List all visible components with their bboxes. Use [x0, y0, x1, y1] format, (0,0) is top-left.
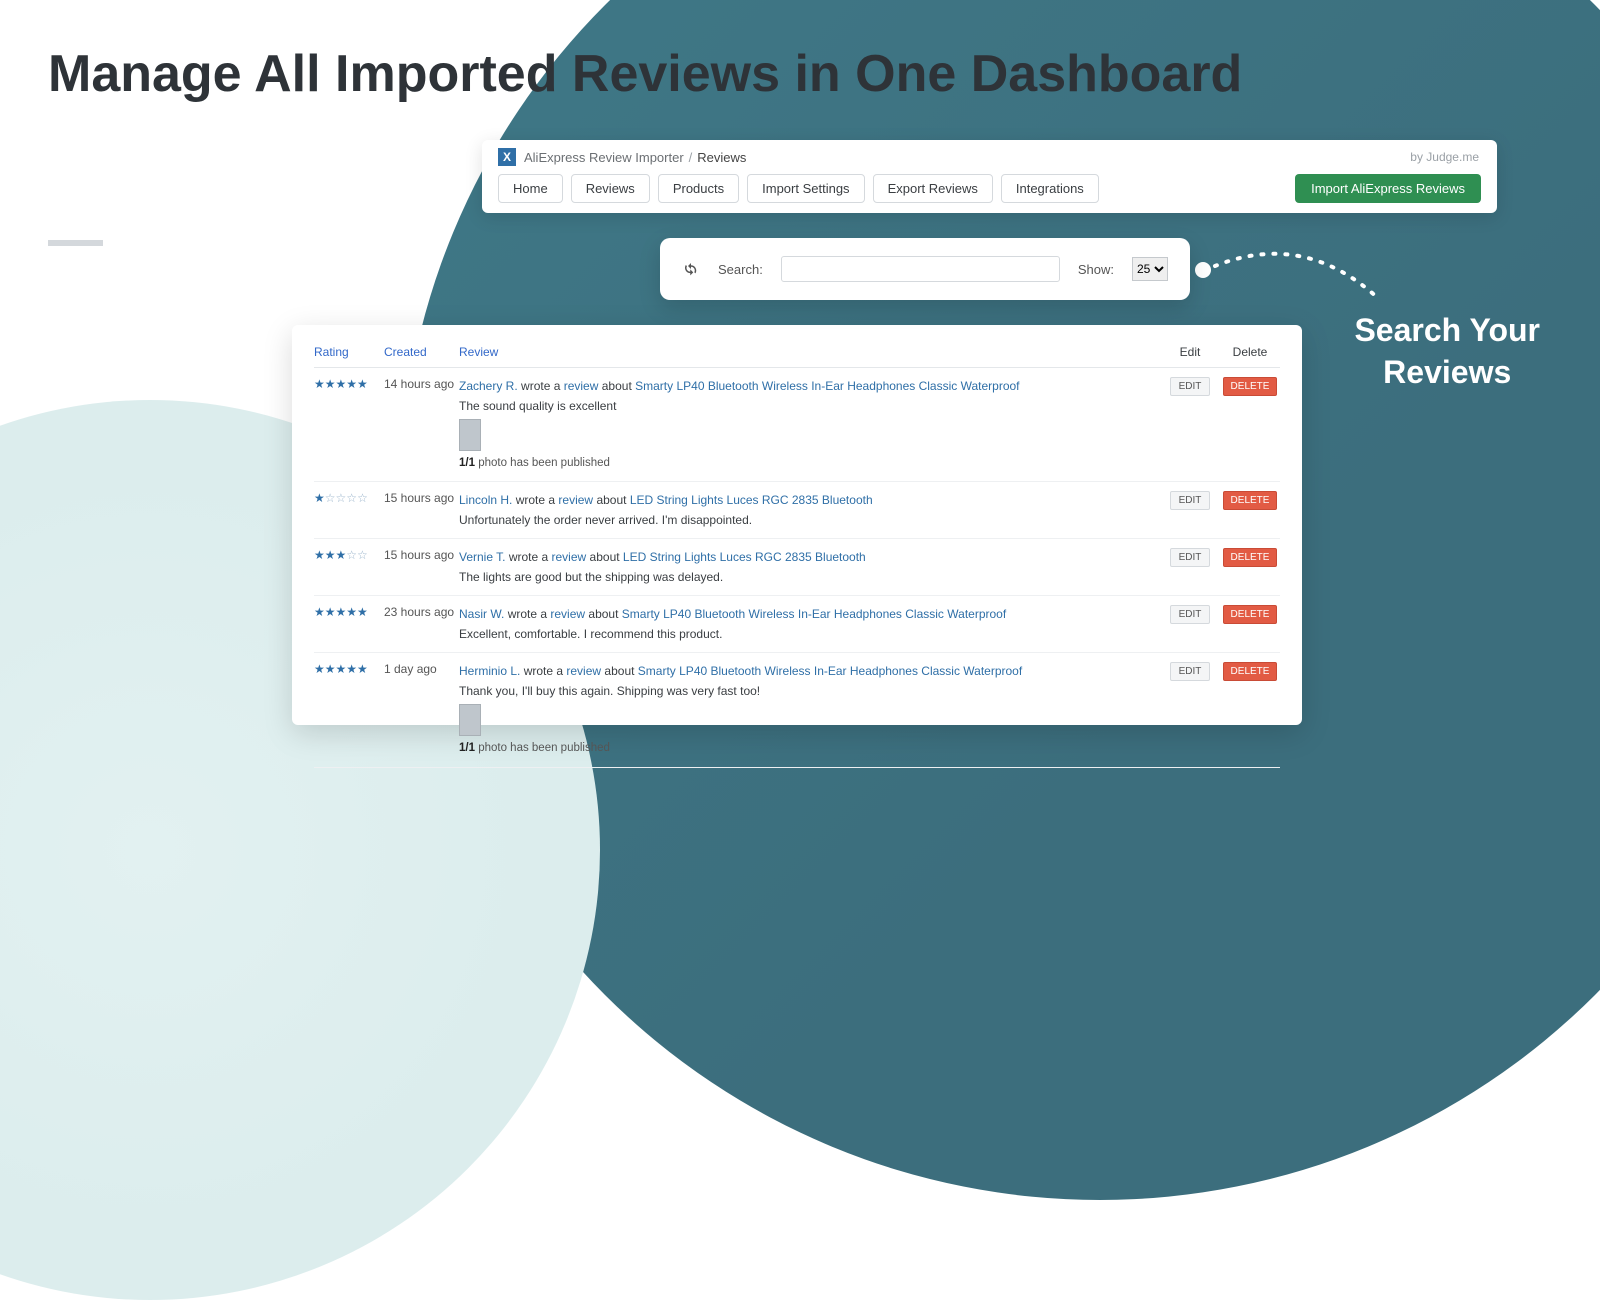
show-select[interactable]: 25 [1132, 257, 1168, 281]
show-label: Show: [1078, 262, 1114, 277]
review-text: Excellent, comfortable. I recommend this… [459, 625, 1160, 643]
header-created[interactable]: Created [384, 345, 459, 359]
rating-stars: ★★★★★ [314, 662, 384, 676]
review-link[interactable]: review [552, 550, 587, 564]
review-author-link[interactable]: Lincoln H. [459, 493, 512, 507]
review-photo-thumb[interactable] [459, 704, 481, 736]
photo-count: 1/1 photo has been published [459, 740, 1160, 757]
breadcrumb-app: AliExpress Review Importer [524, 150, 684, 165]
edit-button[interactable]: EDIT [1170, 605, 1211, 624]
created-time: 14 hours ago [384, 377, 459, 391]
page-headline: Manage All Imported Reviews in One Dashb… [48, 47, 1242, 103]
product-link[interactable]: Smarty LP40 Bluetooth Wireless In-Ear He… [622, 607, 1006, 621]
table-row: ★★★☆☆15 hours agoVernie T. wrote a revie… [314, 539, 1280, 596]
dotted-arrow [1195, 240, 1395, 310]
nav-export-reviews[interactable]: Export Reviews [873, 174, 993, 203]
app-logo-icon: X [498, 148, 516, 166]
created-time: 15 hours ago [384, 548, 459, 562]
import-aliexpress-button[interactable]: Import AliExpress Reviews [1295, 174, 1481, 203]
review-author-link[interactable]: Nasir W. [459, 607, 504, 621]
header-review[interactable]: Review [459, 345, 1160, 359]
nav-reviews[interactable]: Reviews [571, 174, 650, 203]
table-row: ★★★★★14 hours agoZachery R. wrote a revi… [314, 368, 1280, 482]
review-text: Thank you, I'll buy this again. Shipping… [459, 682, 1160, 700]
review-link[interactable]: review [566, 664, 601, 678]
review-author-link[interactable]: Zachery R. [459, 379, 518, 393]
search-card: Search: Show: 25 [660, 238, 1190, 300]
rating-stars: ★☆☆☆☆ [314, 491, 384, 505]
table-row: ★★★★★23 hours agoNasir W. wrote a review… [314, 596, 1280, 653]
product-link[interactable]: LED String Lights Luces RGC 2835 Bluetoo… [630, 493, 873, 507]
edit-button[interactable]: EDIT [1170, 491, 1211, 510]
byline: by Judge.me [1410, 150, 1479, 164]
refresh-icon[interactable] [682, 260, 700, 278]
delete-button[interactable]: DELETE [1223, 491, 1278, 510]
created-time: 23 hours ago [384, 605, 459, 619]
rating-stars: ★★★★★ [314, 605, 384, 619]
review-text: The sound quality is excellent [459, 397, 1160, 415]
delete-button[interactable]: DELETE [1223, 548, 1278, 567]
product-link[interactable]: Smarty LP40 Bluetooth Wireless In-Ear He… [638, 664, 1022, 678]
review-link[interactable]: review [564, 379, 599, 393]
photo-count: 1/1 photo has been published [459, 455, 1160, 472]
breadcrumb-current: Reviews [697, 150, 746, 165]
product-link[interactable]: LED String Lights Luces RGC 2835 Bluetoo… [623, 550, 866, 564]
review-text: The lights are good but the shipping was… [459, 568, 1160, 586]
review-body: Zachery R. wrote a review about Smarty L… [459, 377, 1160, 472]
header-edit: Edit [1160, 345, 1220, 359]
review-author-link[interactable]: Vernie T. [459, 550, 505, 564]
reviews-table-card: Rating Created Review Edit Delete ★★★★★1… [292, 325, 1302, 725]
callout-search-reviews: Search YourReviews [1354, 310, 1540, 393]
created-time: 1 day ago [384, 662, 459, 676]
edit-button[interactable]: EDIT [1170, 548, 1211, 567]
review-body: Lincoln H. wrote a review about LED Stri… [459, 491, 1160, 529]
rating-stars: ★★★★★ [314, 377, 384, 391]
review-link[interactable]: review [558, 493, 593, 507]
delete-button[interactable]: DELETE [1223, 662, 1278, 681]
review-photo-thumb[interactable] [459, 419, 481, 451]
table-row: ★☆☆☆☆15 hours agoLincoln H. wrote a revi… [314, 482, 1280, 539]
review-body: Nasir W. wrote a review about Smarty LP4… [459, 605, 1160, 643]
breadcrumb: X AliExpress Review Importer / Reviews [482, 140, 1497, 166]
headline-underline [48, 240, 103, 246]
table-row: ★★★★★1 day agoHerminio L. wrote a review… [314, 653, 1280, 767]
review-body: Vernie T. wrote a review about LED Strin… [459, 548, 1160, 586]
review-text: Unfortunately the order never arrived. I… [459, 511, 1160, 529]
delete-button[interactable]: DELETE [1223, 377, 1278, 396]
created-time: 15 hours ago [384, 491, 459, 505]
nav-row: Home Reviews Products Import Settings Ex… [482, 166, 1497, 213]
nav-integrations[interactable]: Integrations [1001, 174, 1099, 203]
product-link[interactable]: Smarty LP40 Bluetooth Wireless In-Ear He… [635, 379, 1019, 393]
search-input[interactable] [781, 256, 1060, 282]
table-header-row: Rating Created Review Edit Delete [314, 345, 1280, 368]
rating-stars: ★★★☆☆ [314, 548, 384, 562]
edit-button[interactable]: EDIT [1170, 662, 1211, 681]
search-label: Search: [718, 262, 763, 277]
header-rating[interactable]: Rating [314, 345, 384, 359]
nav-import-settings[interactable]: Import Settings [747, 174, 864, 203]
review-author-link[interactable]: Herminio L. [459, 664, 520, 678]
header-delete: Delete [1220, 345, 1280, 359]
app-top-bar: X AliExpress Review Importer / Reviews b… [482, 140, 1497, 213]
nav-products[interactable]: Products [658, 174, 739, 203]
review-link[interactable]: review [550, 607, 585, 621]
review-body: Herminio L. wrote a review about Smarty … [459, 662, 1160, 757]
edit-button[interactable]: EDIT [1170, 377, 1211, 396]
breadcrumb-separator: / [689, 150, 693, 165]
delete-button[interactable]: DELETE [1223, 605, 1278, 624]
nav-home[interactable]: Home [498, 174, 563, 203]
